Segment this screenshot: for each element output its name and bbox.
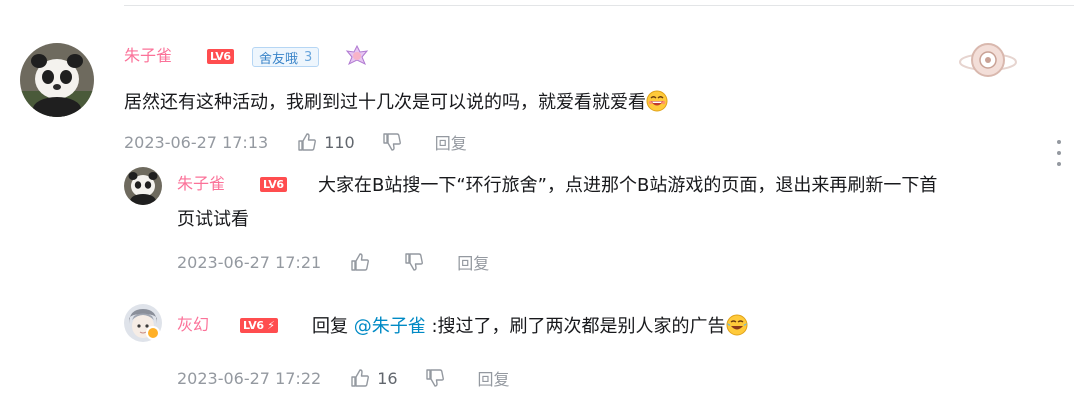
like-icon	[351, 253, 370, 271]
main-comment-time: 2023-06-27 17:13	[124, 132, 269, 152]
like-icon	[298, 133, 317, 151]
main-comment-text: 居然还有这种活动，我刷到过十几次是可以说的吗，就爱看就爱看	[124, 92, 646, 113]
reply1-reply-button[interactable]: 回复	[457, 250, 489, 274]
reply1-avatar[interactable]	[124, 167, 162, 205]
decoration-badge-icon	[344, 43, 370, 69]
reply2-avatar-badge	[146, 326, 160, 340]
like-icon	[351, 369, 370, 387]
main-comment-meta: 2023-06-27 17:13 110 回复	[124, 130, 467, 154]
reply2-time: 2023-06-27 17:22	[177, 368, 322, 388]
reply2-content: 回复 @朱子雀 :搜过了，刷了两次都是别人家的广告	[312, 314, 748, 339]
reply1-like-button[interactable]	[349, 251, 377, 273]
reply1-meta: 2023-06-27 17:21 回复	[177, 250, 489, 274]
like-button[interactable]: 110	[296, 131, 355, 153]
reply2-level-badge: LV6 ⚡	[240, 318, 278, 333]
decoration-corner-icon	[958, 32, 1018, 92]
dislike-button[interactable]	[381, 131, 409, 153]
fan-medal[interactable]: 舍友哦 3	[252, 47, 320, 67]
fan-medal-level: 3	[304, 49, 313, 65]
reply2-like-count: 16	[377, 368, 398, 388]
reply2-mention-link[interactable]: @朱子雀	[354, 316, 426, 337]
dislike-icon	[425, 369, 444, 387]
more-icon[interactable]	[1053, 140, 1065, 166]
like-count: 110	[324, 132, 355, 152]
fan-medal-name: 舍友哦	[259, 51, 299, 67]
dislike-icon	[405, 253, 424, 271]
reply1-level-badge: LV6	[260, 177, 287, 192]
reply1-time: 2023-06-27 17:21	[177, 252, 322, 272]
main-comment-content: 居然还有这种活动，我刷到过十几次是可以说的吗，就爱看就爱看	[124, 90, 668, 115]
reply2-reply-prefix: 回复	[312, 316, 348, 337]
reply1-username[interactable]: 朱子雀	[177, 174, 225, 194]
main-avatar[interactable]	[20, 43, 94, 117]
top-divider	[124, 5, 1074, 6]
reply2-level-text: LV6	[243, 319, 264, 332]
reply1-content-line1: 大家在B站搜一下“环行旅舍”，点进那个B站游戏的页面，退出来再刷新一下首	[318, 175, 938, 196]
dislike-icon	[383, 133, 401, 151]
reply2-like-button[interactable]: 16	[349, 367, 398, 389]
reply1-content-line2: 页试试看	[177, 209, 249, 230]
reply2-meta: 2023-06-27 17:22 16 回复	[177, 366, 510, 390]
main-username[interactable]: 朱子雀	[124, 46, 172, 66]
reply2-reply-button[interactable]: 回复	[478, 366, 510, 390]
main-level-badge: LV6	[207, 49, 234, 64]
reply-button[interactable]: 回复	[435, 130, 467, 154]
reply2-username[interactable]: 灰幻	[177, 315, 209, 335]
reply2-content-text: :搜过了，刷了两次都是别人家的广告	[431, 316, 726, 337]
reply1-dislike-button[interactable]	[403, 251, 431, 273]
tears-of-joy-emoji	[726, 314, 748, 336]
reply2-dislike-button[interactable]	[424, 367, 452, 389]
laugh-emoji	[646, 90, 668, 112]
